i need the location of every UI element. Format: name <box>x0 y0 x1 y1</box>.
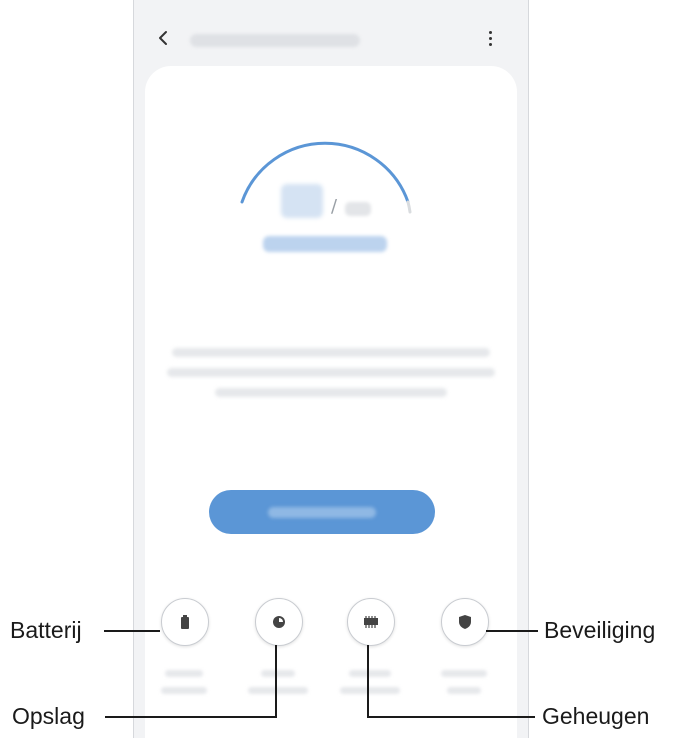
battery-icon <box>181 615 189 629</box>
optimize-button-label <box>268 506 376 518</box>
leader-memory-v <box>367 645 369 718</box>
memory-button[interactable] <box>347 598 395 646</box>
memory-chip-icon <box>364 616 378 628</box>
leader-storage-v <box>275 645 277 718</box>
device-care-card: / <box>145 66 517 738</box>
leader-security <box>486 630 538 632</box>
memory-caption-blurred <box>337 670 403 704</box>
shield-icon <box>459 615 471 629</box>
chevron-left-icon <box>159 31 167 45</box>
storage-icon <box>273 616 285 628</box>
callout-battery: Batterij <box>10 617 82 643</box>
storage-caption-blurred <box>245 670 311 704</box>
more-options-button[interactable] <box>480 26 500 50</box>
score-value-blurred <box>281 184 323 218</box>
security-button[interactable] <box>441 598 489 646</box>
app-bar <box>134 0 528 68</box>
callout-storage: Opslag <box>12 703 85 729</box>
leader-battery <box>104 630 160 632</box>
callout-security: Beveiliging <box>544 617 656 643</box>
description-blurred <box>167 348 495 408</box>
phone-screen: / <box>133 0 529 738</box>
score-gauge <box>240 141 412 214</box>
status-link-blurred[interactable] <box>263 236 387 252</box>
page-title-blurred <box>190 34 360 47</box>
score-max-blurred <box>345 202 371 216</box>
score-separator: / <box>331 196 338 217</box>
callout-memory: Geheugen <box>542 703 650 729</box>
security-caption-blurred <box>431 670 497 704</box>
gauge-track <box>406 200 412 214</box>
storage-button[interactable] <box>255 598 303 646</box>
leader-memory-h <box>367 716 535 718</box>
back-button[interactable] <box>150 24 178 52</box>
battery-caption-blurred <box>151 670 217 704</box>
leader-storage-h <box>105 716 277 718</box>
gauge-arc <box>240 141 410 204</box>
more-vertical-icon <box>488 30 492 34</box>
optimize-button[interactable] <box>209 490 435 534</box>
battery-button[interactable] <box>161 598 209 646</box>
